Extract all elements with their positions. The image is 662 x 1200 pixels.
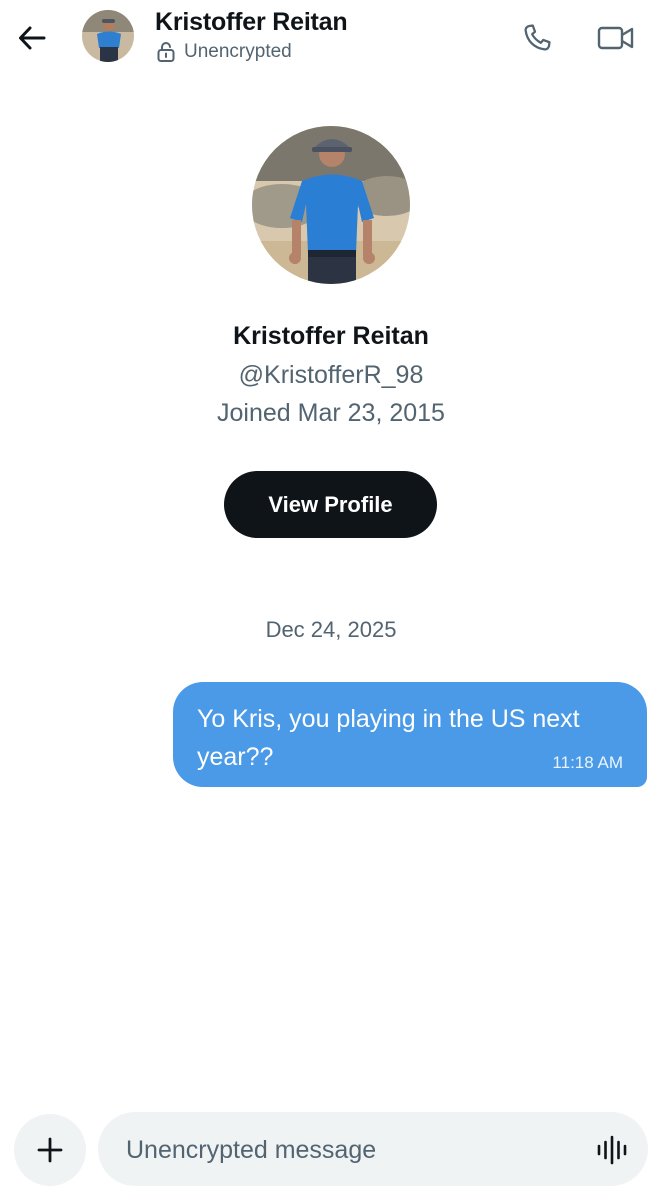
phone-icon (524, 24, 551, 51)
profile-handle: @KristofferR_98 (238, 361, 424, 389)
video-call-button[interactable] (594, 18, 638, 58)
add-attachment-button[interactable] (14, 1114, 86, 1186)
unlocked-padlock-icon (157, 42, 175, 62)
header-avatar[interactable] (82, 10, 134, 62)
contact-name[interactable]: Kristoffer Reitan (155, 8, 348, 37)
message-composer (0, 1100, 662, 1200)
view-profile-button[interactable]: View Profile (224, 471, 437, 538)
message-input[interactable] (124, 1112, 568, 1188)
message-field[interactable] (98, 1112, 648, 1188)
voice-call-button[interactable] (516, 18, 558, 58)
message-timestamp: 11:18 AM (552, 753, 623, 772)
plus-icon (37, 1137, 63, 1163)
arrow-left-icon (19, 26, 46, 50)
profile-joined-date: Joined Mar 23, 2015 (217, 399, 445, 427)
profile-avatar[interactable] (252, 126, 410, 284)
date-separator: Dec 24, 2025 (265, 617, 397, 642)
encryption-status: Unencrypted (156, 41, 292, 63)
back-button[interactable] (12, 18, 52, 58)
voice-message-button[interactable] (594, 1132, 630, 1168)
avatar-image (82, 10, 134, 62)
voice-waveform-icon (597, 1135, 627, 1165)
profile-name: Kristoffer Reitan (233, 322, 429, 350)
video-camera-icon (597, 26, 634, 50)
conversation-header: Kristoffer Reitan Unencrypted (0, 0, 662, 80)
outgoing-message[interactable]: Yo Kris, you playing in the US next year… (173, 682, 647, 787)
encryption-status-label: Unencrypted (184, 41, 292, 62)
profile-photo (252, 126, 410, 284)
